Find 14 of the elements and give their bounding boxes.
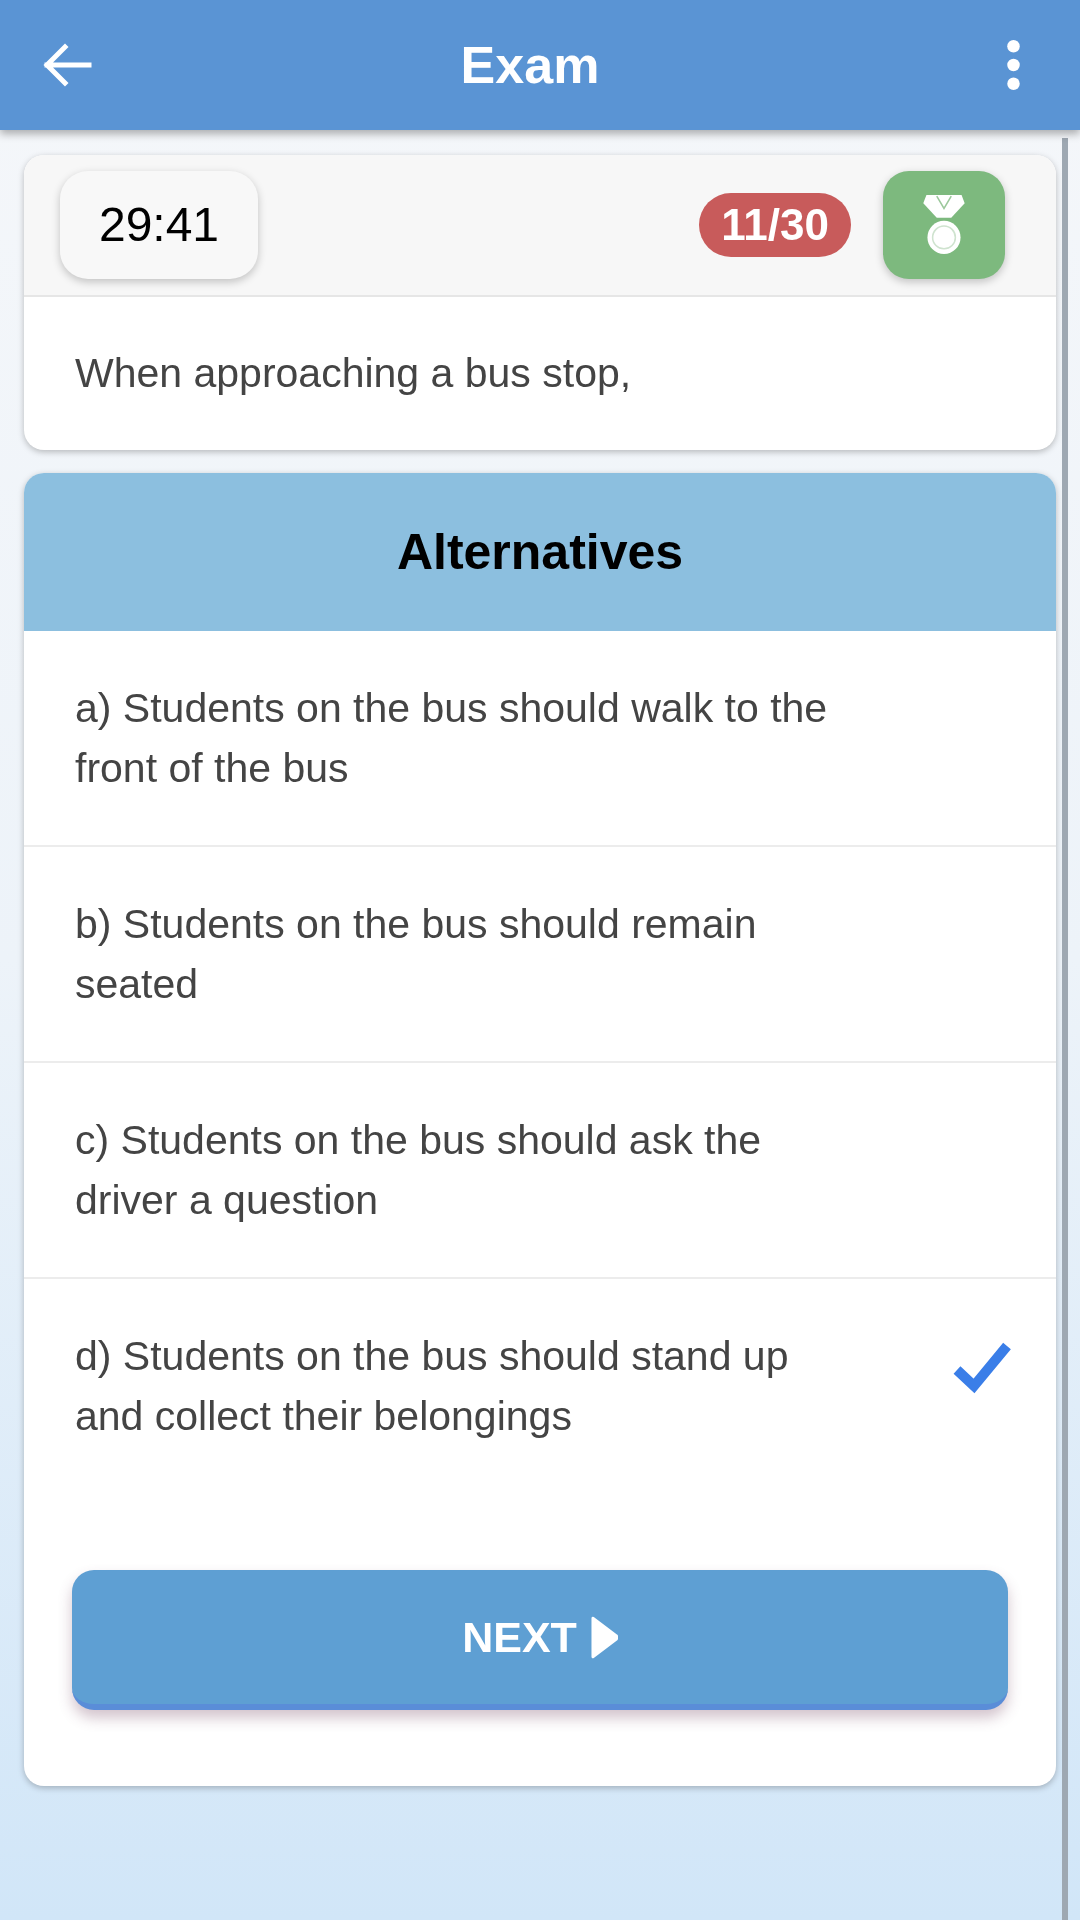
medal-icon [923,195,965,255]
more-vertical-icon [1007,40,1020,90]
screen-title: Exam [460,35,600,96]
timer: 29:41 [60,171,258,279]
answer-option[interactable]: a) Students on the bus should walk to the front of the bus [24,631,1056,845]
more-options-button[interactable] [1007,40,1020,90]
answer-option[interactable]: b) Students on the bus should remain seated [24,845,1056,1061]
question-counter: 11/30 [699,193,851,257]
play-triangle-icon [590,1615,618,1659]
medal-button[interactable] [883,171,1005,279]
answer-option[interactable]: d) Students on the bus should stand up and collect their belongings [24,1277,1056,1493]
answer-option[interactable]: c) Students on the bus should ask the driver a question [24,1061,1056,1277]
alternatives-title: Alternatives [396,522,684,582]
question-text: When approaching a bus stop, [75,348,632,398]
